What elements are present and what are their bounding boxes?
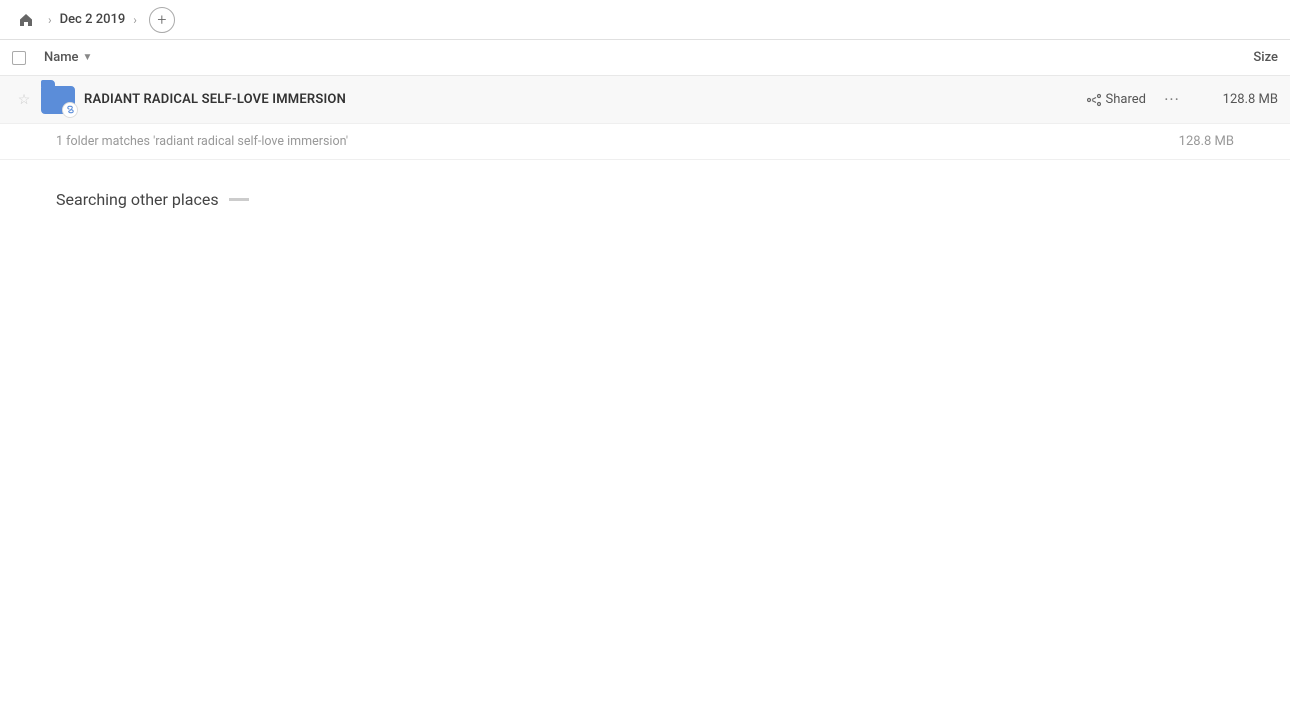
match-info-text: 1 folder matches 'radiant radical self-l… <box>56 134 348 149</box>
breadcrumb-chevron-2: › <box>133 13 137 27</box>
file-size: 128.8 MB <box>1198 92 1278 107</box>
link-badge-icon <box>62 102 78 118</box>
column-headers: Name ▼ Size <box>0 40 1290 76</box>
size-column-header: Size <box>1253 50 1278 65</box>
name-column-label: Name <box>44 50 79 65</box>
searching-title: Searching other places <box>56 190 1234 209</box>
more-options-icon: ··· <box>1164 90 1180 109</box>
searching-section: Searching other places <box>0 160 1290 239</box>
file-name: RADIANT RADICAL SELF-LOVE IMMERSION <box>84 92 346 107</box>
shared-label: Shared <box>1106 92 1146 107</box>
match-info-size: 128.8 MB <box>1179 134 1234 149</box>
file-actions: Shared ··· 128.8 MB <box>1087 86 1278 114</box>
breadcrumb-text: Dec 2 2019 <box>60 12 126 27</box>
top-bar: › Dec 2 2019 › + <box>0 0 1290 40</box>
searching-title-text: Searching other places <box>56 190 219 209</box>
match-info-row: 1 folder matches 'radiant radical self-l… <box>0 124 1290 160</box>
home-button[interactable] <box>12 6 40 34</box>
breadcrumb-chevron: › <box>48 13 52 27</box>
star-toggle[interactable]: ☆ <box>12 92 36 108</box>
shared-badge: Shared <box>1087 92 1146 107</box>
name-sort-chevron: ▼ <box>83 52 93 63</box>
folder-icon-wrap <box>40 82 76 118</box>
name-column-header[interactable]: Name ▼ <box>44 50 92 65</box>
select-all-checkbox[interactable] <box>12 51 26 65</box>
add-button[interactable]: + <box>149 7 175 33</box>
loading-indicator <box>229 198 249 201</box>
star-icon: ☆ <box>18 92 31 108</box>
table-row[interactable]: ☆ RADIANT RADICAL SELF-LOVE IMMERSION Sh… <box>0 76 1290 124</box>
select-all-checkbox-area <box>12 51 44 65</box>
more-options-button[interactable]: ··· <box>1158 86 1186 114</box>
